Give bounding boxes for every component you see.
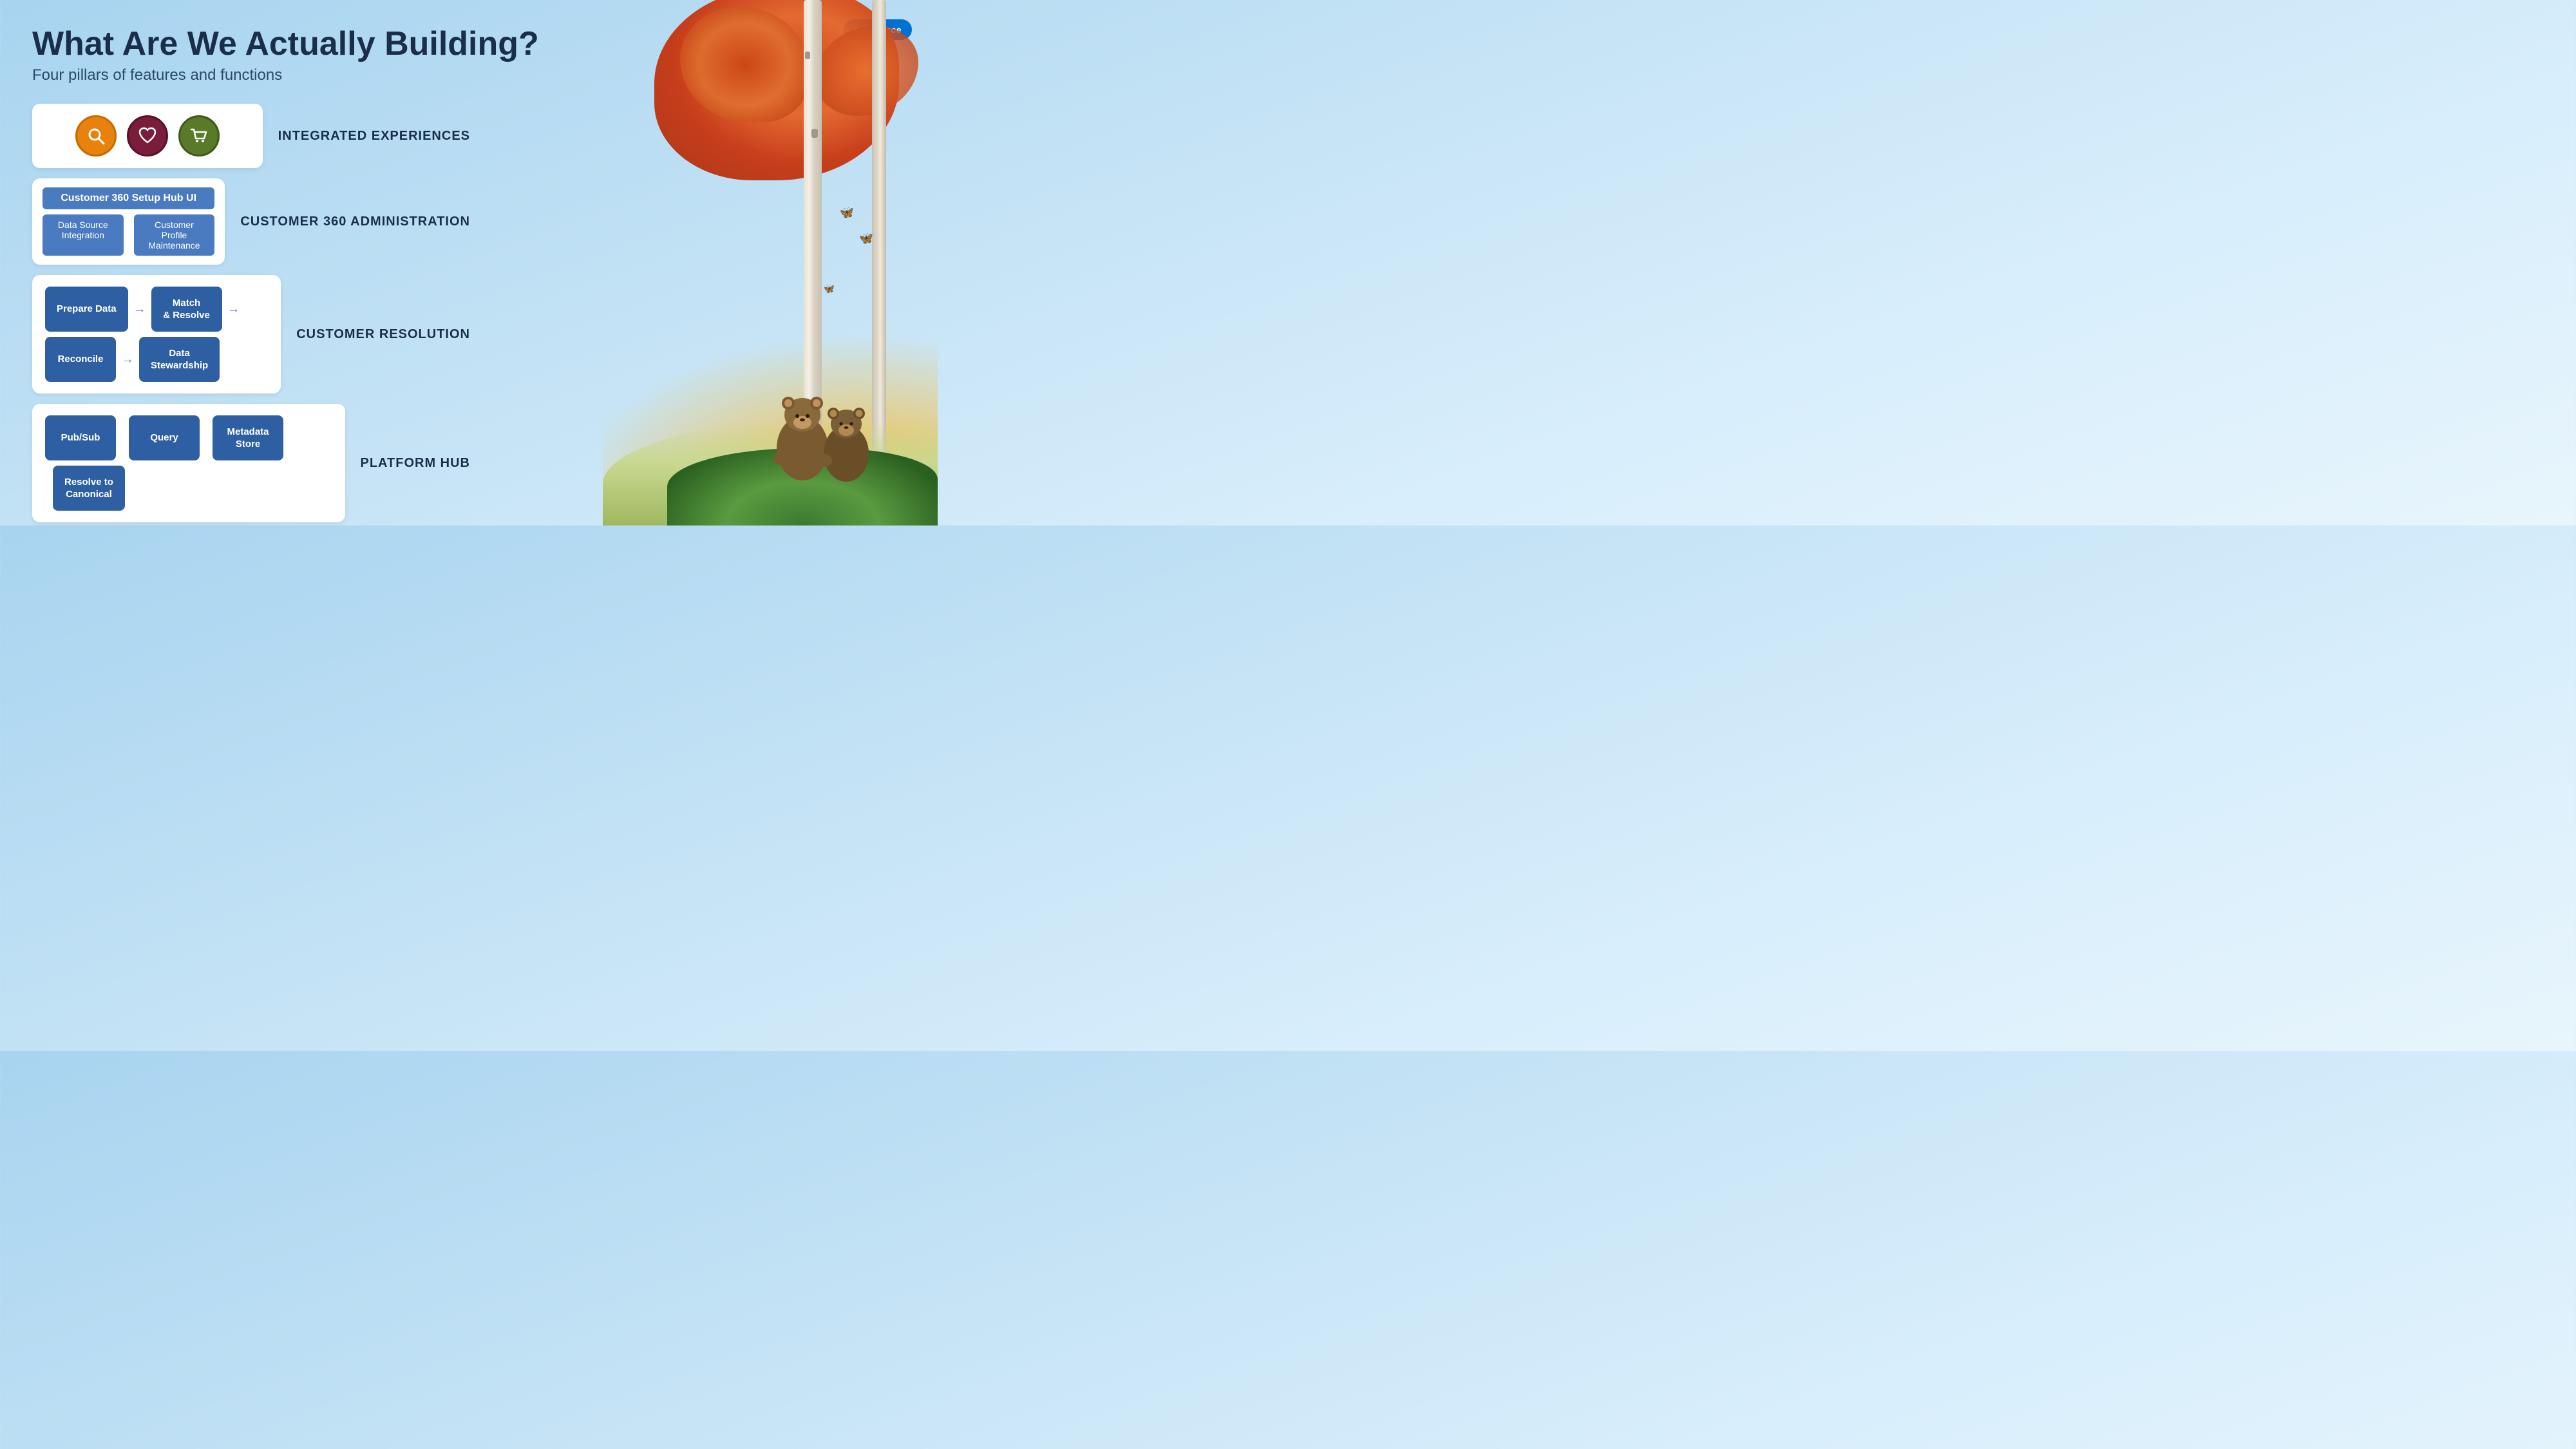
step-query: Query xyxy=(129,415,200,460)
step-pub-sub: Pub/Sub xyxy=(45,415,116,460)
pillar-card-admin: Customer 360 Setup Hub UI Data Source In… xyxy=(32,178,225,265)
step-prepare-data: Prepare Data xyxy=(45,287,128,332)
pillars-container: INTEGRATED EXPERIENCES Customer 360 Setu… xyxy=(32,104,470,522)
cart-icon xyxy=(189,126,209,146)
pillar-row-integrated: INTEGRATED EXPERIENCES xyxy=(32,104,470,168)
arrow-2: → xyxy=(227,302,240,317)
step-metadata-store: Metadata Store xyxy=(213,415,283,460)
step-reconcile: Reconcile xyxy=(45,337,116,382)
pillar-row-resolution: Prepare Data → Match & Resolve → Reconci… xyxy=(32,275,470,393)
pillar-card-platform: Pub/Sub Query Metadata Store Resolve to … xyxy=(32,404,345,522)
platform-buttons-row: Pub/Sub Query Metadata Store Resolve to … xyxy=(45,415,332,511)
admin-sub-bar-1: Data Source Integration xyxy=(43,214,124,256)
step-resolve-canonical: Resolve to Canonical xyxy=(53,466,125,511)
page-title: What Are We Actually Building? xyxy=(32,26,905,62)
cart-icon-circle xyxy=(178,115,220,156)
step-match-resolve: Match & Resolve xyxy=(151,287,222,332)
admin-sub-row: Data Source Integration Customer Profile… xyxy=(43,214,214,256)
heart-icon xyxy=(137,126,158,146)
main-content: What Are We Actually Building? Four pill… xyxy=(0,0,938,526)
pillar-label-integrated: INTEGRATED EXPERIENCES xyxy=(278,129,470,144)
icons-row xyxy=(45,115,250,156)
pillar-row-admin: Customer 360 Setup Hub UI Data Source In… xyxy=(32,178,470,265)
step-data-stewardship: Data Stewardship xyxy=(139,337,220,382)
admin-sub-bar-2: Customer Profile Maintenance xyxy=(134,214,215,256)
pillar-card-integrated xyxy=(32,104,263,168)
pillar-row-platform: Pub/Sub Query Metadata Store Resolve to … xyxy=(32,404,470,522)
admin-main-bar: Customer 360 Setup Hub UI xyxy=(43,187,214,209)
pillar-label-admin: CUSTOMER 360 ADMINISTRATION xyxy=(240,214,470,229)
pillar-label-resolution: CUSTOMER RESOLUTION xyxy=(296,327,470,342)
arrow-1: → xyxy=(133,302,146,317)
arrow-3: → xyxy=(121,352,134,367)
search-icon xyxy=(86,126,106,146)
page-subtitle: Four pillars of features and functions xyxy=(32,66,905,84)
search-icon-circle xyxy=(75,115,117,156)
pillar-label-platform: PLATFORM HUB xyxy=(361,456,471,471)
pillar-card-resolution: Prepare Data → Match & Resolve → Reconci… xyxy=(32,275,281,393)
resolution-buttons-row: Prepare Data → Match & Resolve → Reconci… xyxy=(45,287,268,382)
heart-icon-circle xyxy=(127,115,168,156)
